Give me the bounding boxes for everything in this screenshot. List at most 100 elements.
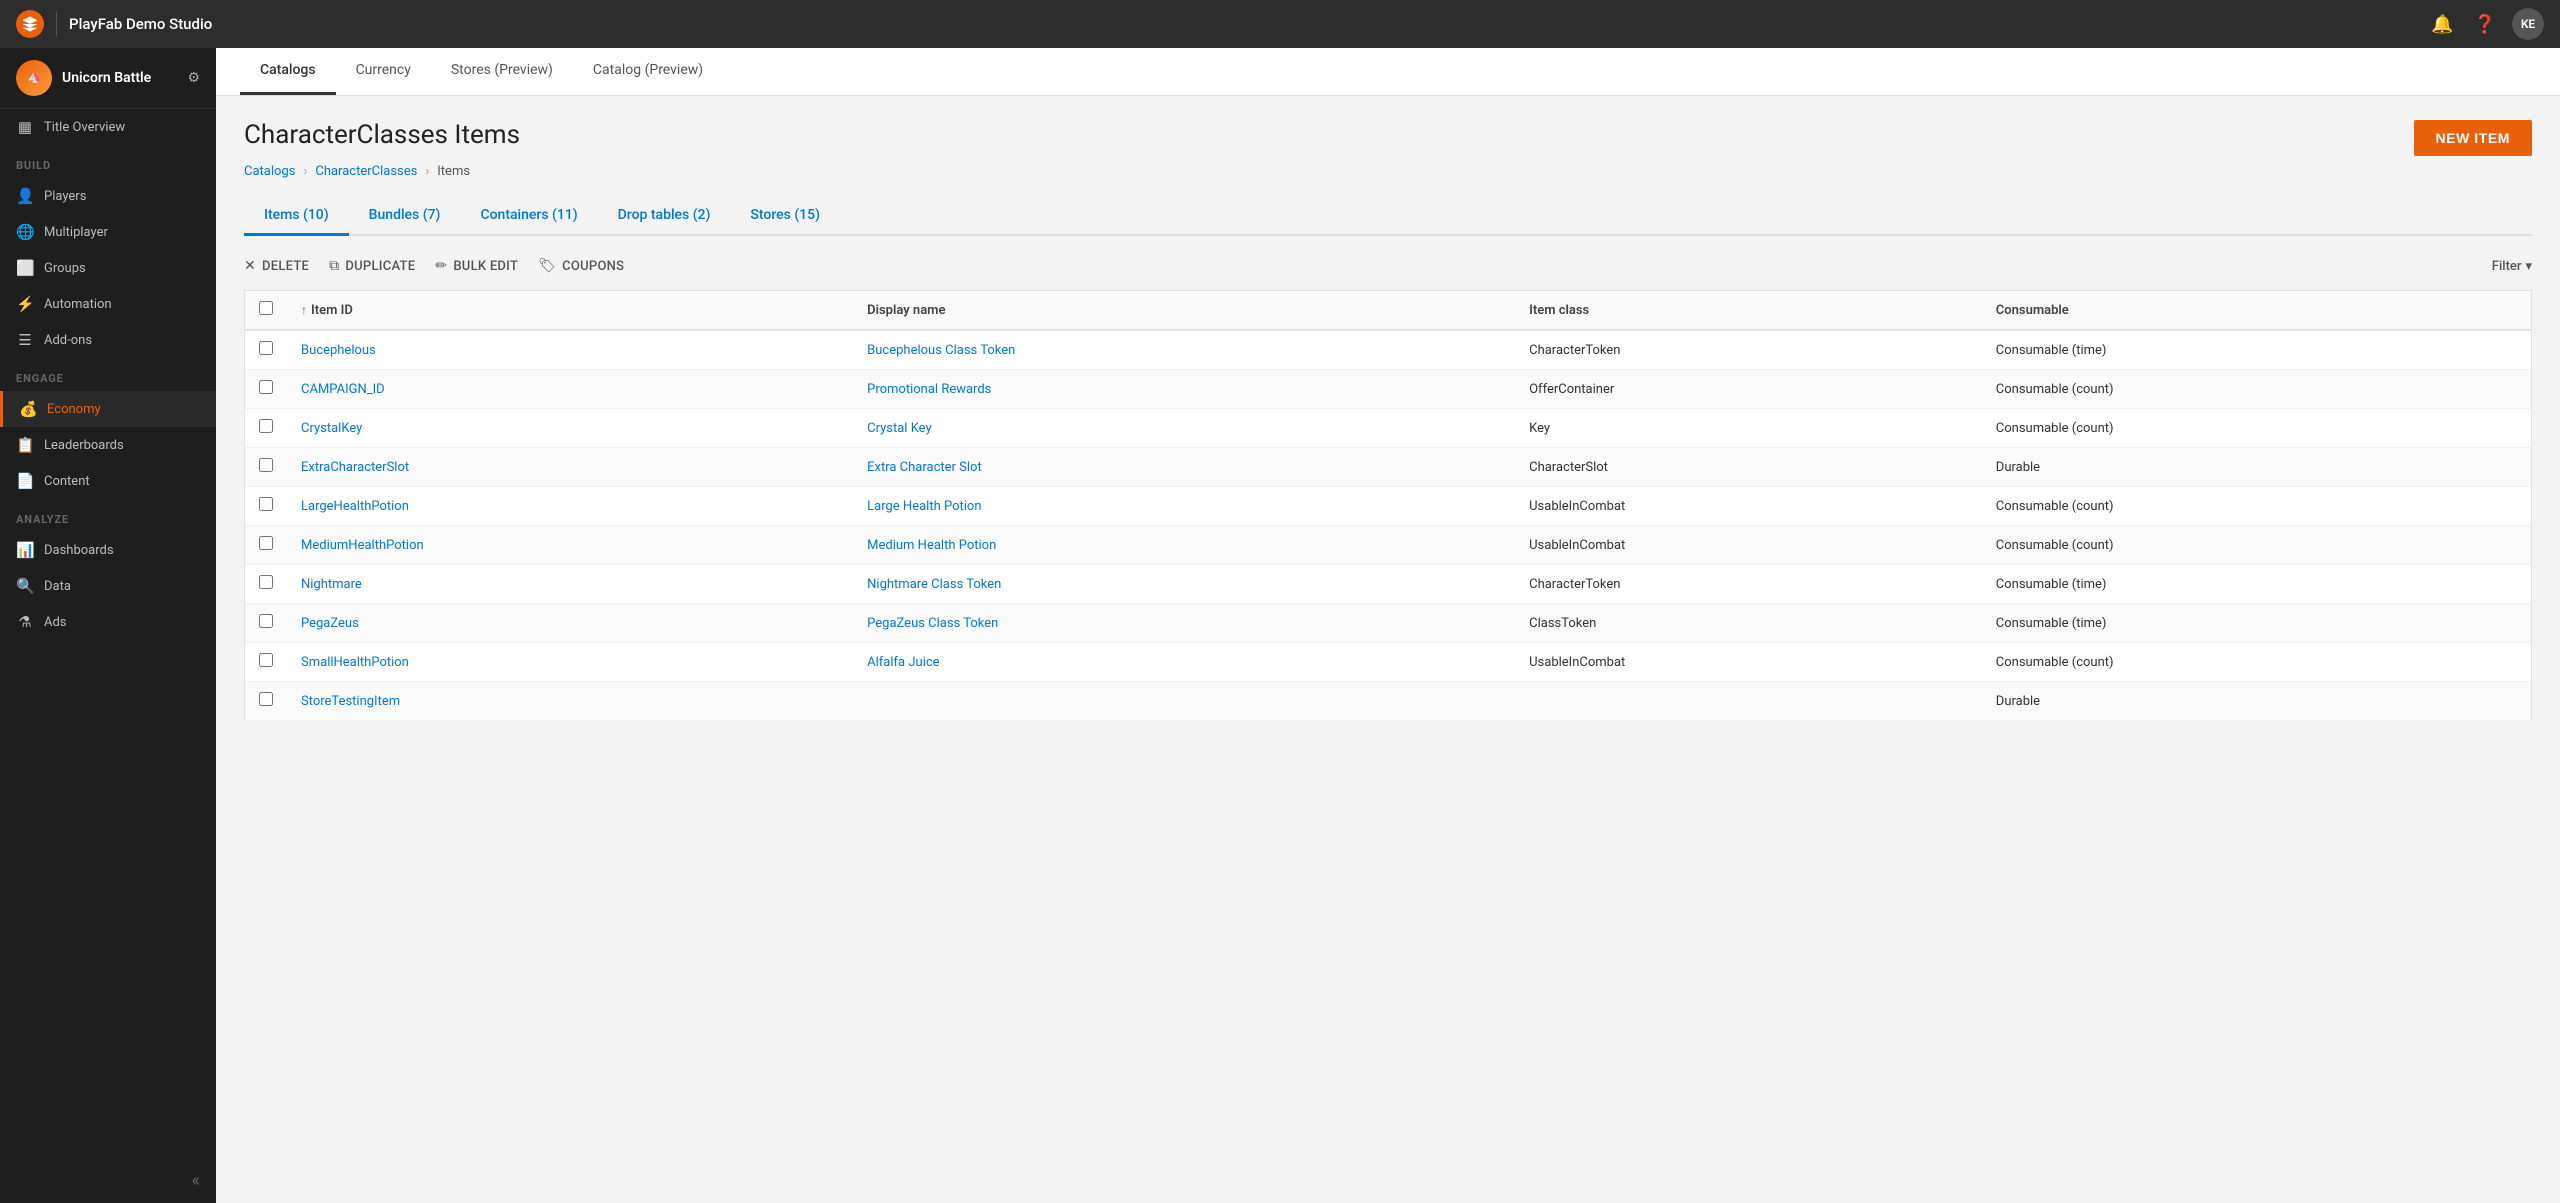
row-checkbox[interactable] [259,653,273,667]
row-item-id: MediumHealthPotion [287,526,853,565]
tab-currency[interactable]: Currency [336,48,431,95]
tab-catalog-preview[interactable]: Catalog (Preview) [573,48,723,95]
row-consumable: Consumable (time) [1982,330,2532,370]
breadcrumb-sep-2: › [425,164,429,179]
engage-section-label: ENGAGE [0,358,216,391]
content-icon: 📄 [16,472,34,490]
row-item-id: CAMPAIGN_ID [287,370,853,409]
duplicate-icon: ⧉ [329,258,339,274]
sidebar-item-economy[interactable]: 💰 Economy [0,391,216,427]
sidebar-item-data[interactable]: 🔍 Data [0,568,216,604]
sidebar-item-dashboards[interactable]: 📊 Dashboards [0,532,216,568]
row-checkbox[interactable] [259,341,273,355]
items-table: ↑ Item ID Display name Item class Consum… [244,290,2532,721]
sidebar: 🦄 Unicorn Battle ⚙ ▦ Title Overview BUIL… [0,48,216,1203]
row-checkbox[interactable] [259,458,273,472]
sidebar-item-leaderboards[interactable]: 📋 Leaderboards [0,427,216,463]
row-checkbox[interactable] [259,419,273,433]
breadcrumb: Catalogs › CharacterClasses › Items [244,164,2532,179]
row-item-class: ClassToken [1515,604,1982,643]
sidebar-item-ads[interactable]: ⚗ Ads [0,604,216,640]
row-checkbox[interactable] [259,614,273,628]
topbar: PlayFab Demo Studio 🔔 ❓ KE [0,0,2560,48]
row-consumable: Consumable (count) [1982,526,2532,565]
display-name-link[interactable]: Medium Health Potion [867,538,996,553]
row-item-id: Nightmare [287,565,853,604]
row-item-id: LargeHealthPotion [287,487,853,526]
display-name-link[interactable]: Bucephelous Class Token [867,343,1015,358]
user-avatar[interactable]: KE [2512,8,2544,40]
sub-tab-drop-tables[interactable]: Drop tables (2) [598,197,731,236]
display-name-link[interactable]: Extra Character Slot [867,460,982,475]
sidebar-item-label: Data [44,579,71,594]
groups-icon: ⬜ [16,259,34,277]
breadcrumb-catalogs[interactable]: Catalogs [244,164,295,179]
tab-stores-preview[interactable]: Stores (Preview) [431,48,573,95]
sidebar-item-content[interactable]: 📄 Content [0,463,216,499]
sidebar-app-name: Unicorn Battle [62,70,177,86]
row-checkbox[interactable] [259,497,273,511]
item-id-link[interactable]: Bucephelous [301,343,376,358]
sidebar-item-automation[interactable]: ⚡ Automation [0,286,216,322]
item-id-link[interactable]: Nightmare [301,577,362,592]
sidebar-item-label: Economy [47,402,101,417]
table-header-item-id: ↑ Item ID [287,291,853,331]
display-name-link[interactable]: Large Health Potion [867,499,981,514]
build-section-label: BUILD [0,145,216,178]
title-overview-icon: ▦ [16,118,34,136]
table-header-item-class: Item class [1515,291,1982,331]
filter-button[interactable]: Filter ▾ [2492,259,2532,274]
sub-tab-items[interactable]: Items (10) [244,197,349,236]
breadcrumb-characterclasses[interactable]: CharacterClasses [315,164,417,179]
item-id-link[interactable]: MediumHealthPotion [301,538,424,553]
item-id-link[interactable]: CAMPAIGN_ID [301,382,385,397]
row-item-class: CharacterToken [1515,330,1982,370]
row-checkbox-cell [245,604,288,643]
row-item-class: Key [1515,409,1982,448]
duplicate-button[interactable]: ⧉ DUPLICATE [329,258,415,274]
item-id-link[interactable]: PegaZeus [301,616,359,631]
topbar-logo [16,10,44,38]
row-checkbox[interactable] [259,380,273,394]
ads-icon: ⚗ [16,613,34,631]
coupons-button[interactable]: 🏷 COUPONS [538,258,624,274]
data-icon: 🔍 [16,577,34,595]
sort-arrow-icon[interactable]: ↑ [301,303,307,317]
item-id-link[interactable]: CrystalKey [301,421,362,436]
display-name-link[interactable]: Crystal Key [867,421,932,436]
row-item-class: CharacterSlot [1515,448,1982,487]
row-checkbox[interactable] [259,536,273,550]
tab-catalogs[interactable]: Catalogs [240,48,336,95]
app-avatar: 🦄 [16,60,52,96]
row-checkbox-cell [245,526,288,565]
help-icon[interactable]: ❓ [2470,10,2500,39]
bulk-edit-button[interactable]: ✏ BULK EDIT [435,258,518,274]
table-header-consumable: Consumable [1982,291,2532,331]
display-name-link[interactable]: Promotional Rewards [867,382,991,397]
sub-tab-stores[interactable]: Stores (15) [730,197,840,236]
row-checkbox[interactable] [259,692,273,706]
new-item-button[interactable]: NEW ITEM [2414,120,2532,156]
row-display-name [853,682,1515,721]
sidebar-item-players[interactable]: 👤 Players [0,178,216,214]
sub-tab-bundles[interactable]: Bundles (7) [349,197,461,236]
sidebar-item-multiplayer[interactable]: 🌐 Multiplayer [0,214,216,250]
select-all-checkbox[interactable] [259,301,273,315]
display-name-link[interactable]: Nightmare Class Token [867,577,1001,592]
delete-button[interactable]: ✕ DELETE [244,258,309,274]
coupons-icon: 🏷 [538,258,556,274]
display-name-link[interactable]: PegaZeus Class Token [867,616,998,631]
settings-icon[interactable]: ⚙ [187,70,200,86]
display-name-link[interactable]: Alfalfa Juice [867,655,939,670]
notification-icon[interactable]: 🔔 [2427,10,2457,39]
sidebar-item-title-overview[interactable]: ▦ Title Overview [0,109,216,145]
sidebar-item-groups[interactable]: ⬜ Groups [0,250,216,286]
item-id-link[interactable]: StoreTestingItem [301,694,400,709]
sidebar-item-addons[interactable]: ☰ Add-ons [0,322,216,358]
item-id-link[interactable]: ExtraCharacterSlot [301,460,409,475]
sub-tab-containers[interactable]: Containers (11) [460,197,597,236]
row-checkbox[interactable] [259,575,273,589]
collapse-sidebar-button[interactable]: « [0,1158,216,1203]
item-id-link[interactable]: LargeHealthPotion [301,499,409,514]
item-id-link[interactable]: SmallHealthPotion [301,655,409,670]
